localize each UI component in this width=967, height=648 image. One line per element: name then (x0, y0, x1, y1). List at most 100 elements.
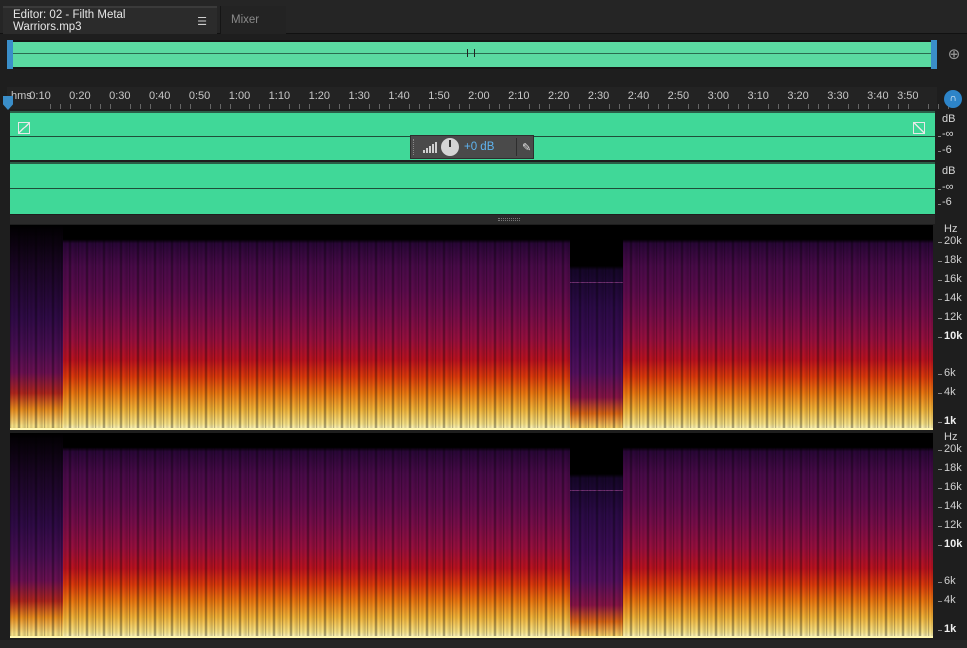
ruler-minor-tick (748, 104, 750, 109)
ruler-tick-label: 1:10 (268, 90, 291, 102)
volume-knob[interactable] (441, 138, 459, 156)
ruler-minor-tick (897, 104, 899, 109)
ruler-tick-label: 1:50 (428, 90, 450, 102)
hz-tick-label: 1k (944, 623, 957, 635)
ruler-minor-tick (349, 104, 351, 109)
spectrogram-baseline (10, 428, 933, 430)
spectrogram-channel-right[interactable] (10, 433, 933, 638)
ruler-minor-tick (548, 104, 550, 109)
hz-scale-right: Hz 20k 18k 16k 14k 12k 10k 6k 4k 1k (938, 431, 967, 638)
hz-scale-left: Hz 20k 18k 16k 14k 12k 10k 6k 4k 1k (938, 223, 967, 430)
ruler-minor-tick (229, 104, 231, 109)
ruler-minor-tick (618, 104, 620, 109)
ruler-tick-label: 0:40 (148, 90, 171, 102)
db-unit: dB (942, 165, 956, 177)
ruler-minor-tick (528, 104, 530, 109)
ruler-minor-tick (59, 104, 61, 109)
level-meter-icon (423, 141, 437, 153)
ruler-minor-tick (728, 104, 730, 109)
ruler-minor-tick (209, 104, 211, 109)
hud-grip[interactable] (413, 139, 419, 155)
db-unit: dB (942, 113, 956, 125)
db-scale-right: dB -∞ -6 (938, 162, 967, 214)
ruler-tick-label: 1:20 (308, 90, 331, 102)
ruler-tick-label: 2:00 (468, 90, 490, 102)
hz-tick-mark (938, 261, 942, 262)
ruler-minor-tick (458, 104, 460, 109)
fade-in-icon[interactable] (18, 122, 30, 134)
ruler-minor-tick (429, 104, 431, 109)
ruler-minor-tick (927, 104, 929, 109)
ruler-minor-tick (448, 104, 450, 109)
ruler-tick-label: 0:50 (188, 90, 211, 102)
ruler-tick-label: 2:50 (667, 90, 690, 102)
hz-tick-mark (938, 318, 942, 319)
ruler-minor-tick (49, 104, 51, 109)
hz-tick-mark (938, 393, 942, 394)
ruler-tick-label: 2:40 (627, 90, 650, 102)
ruler-minor-tick (588, 104, 590, 109)
overview-navigator[interactable] (7, 40, 937, 69)
spectrogram-channel-left[interactable] (10, 225, 933, 430)
ruler-tick-label: 1:40 (388, 90, 410, 102)
hz-tick-mark (938, 601, 942, 602)
ruler-minor-tick (887, 104, 889, 109)
ruler-tick-label: 0:30 (109, 90, 131, 102)
ruler-minor-tick (847, 104, 849, 109)
ruler-minor-tick (608, 104, 610, 109)
fade-out-icon[interactable] (913, 122, 925, 134)
ruler-tick-label: 2:30 (587, 90, 610, 102)
tab-mixer[interactable]: Mixer (220, 6, 286, 34)
ruler-minor-tick (189, 104, 191, 109)
ruler-minor-tick (688, 104, 690, 109)
hz-tick-label: 14k (944, 500, 962, 512)
zoom-icon[interactable]: ⊕ (944, 45, 964, 65)
ruler-minor-tick (129, 104, 131, 109)
pin-icon[interactable]: ✎ (522, 141, 531, 154)
view-splitter[interactable] (10, 215, 935, 224)
hz-tick-mark (938, 374, 942, 375)
spectrogram-transients (10, 225, 933, 430)
ruler-minor-tick (99, 104, 101, 109)
ruler-minor-tick (419, 104, 421, 109)
waveform-channel-right[interactable] (10, 162, 935, 214)
ruler-tick-label: 3:20 (787, 90, 809, 102)
overview-right-handle[interactable] (931, 40, 937, 69)
ruler-tick-label: 0:10 (29, 90, 51, 102)
ruler-minor-tick (389, 104, 391, 109)
hz-tick-label: 12k (944, 311, 962, 323)
spectrogram-baseline (10, 636, 933, 638)
time-ruler[interactable]: hms 0:10 0:20 0:30 0:40 0:50 1:00 1:10 1:20 1:30… (7, 87, 949, 109)
ruler-minor-tick (778, 104, 780, 109)
ruler-minor-tick (309, 104, 311, 109)
tab-editor[interactable]: Editor: 02 - Filth Metal Warriors.mp3 ☰ (3, 6, 217, 34)
overview-grip[interactable] (467, 49, 475, 57)
headphones-icon[interactable]: ∩ (944, 90, 962, 108)
hz-tick-label: 12k (944, 519, 962, 531)
hz-tick-mark (938, 469, 942, 470)
hz-tick-label: 18k (944, 462, 962, 474)
hz-tick-mark (938, 422, 942, 423)
ruler-minor-tick (409, 104, 411, 109)
ruler-minor-tick (857, 104, 859, 109)
ruler-minor-tick (828, 104, 830, 109)
ruler-tick-label: 0:20 (69, 90, 91, 102)
ruler-minor-tick (648, 104, 650, 109)
ruler-tick-label: 3:00 (707, 90, 730, 102)
ruler-minor-tick (259, 104, 261, 109)
ruler-minor-tick (907, 104, 909, 109)
overview-left-handle[interactable] (7, 40, 13, 69)
ruler-minor-tick (488, 104, 490, 109)
ruler-minor-tick (708, 104, 710, 109)
ruler-minor-tick (369, 104, 371, 109)
hz-tick-label: 4k (944, 594, 956, 606)
gain-value[interactable]: +0 dB (464, 141, 514, 153)
hz-tick-mark (938, 507, 942, 508)
bottom-scrollbar[interactable] (0, 640, 967, 648)
ruler-minor-tick (139, 104, 141, 109)
hz-tick-mark (938, 337, 942, 338)
panel-menu-icon[interactable]: ☰ (197, 15, 207, 28)
ruler-minor-tick (339, 104, 341, 109)
ruler-minor-tick (937, 104, 939, 109)
ruler-minor-tick (508, 104, 510, 109)
